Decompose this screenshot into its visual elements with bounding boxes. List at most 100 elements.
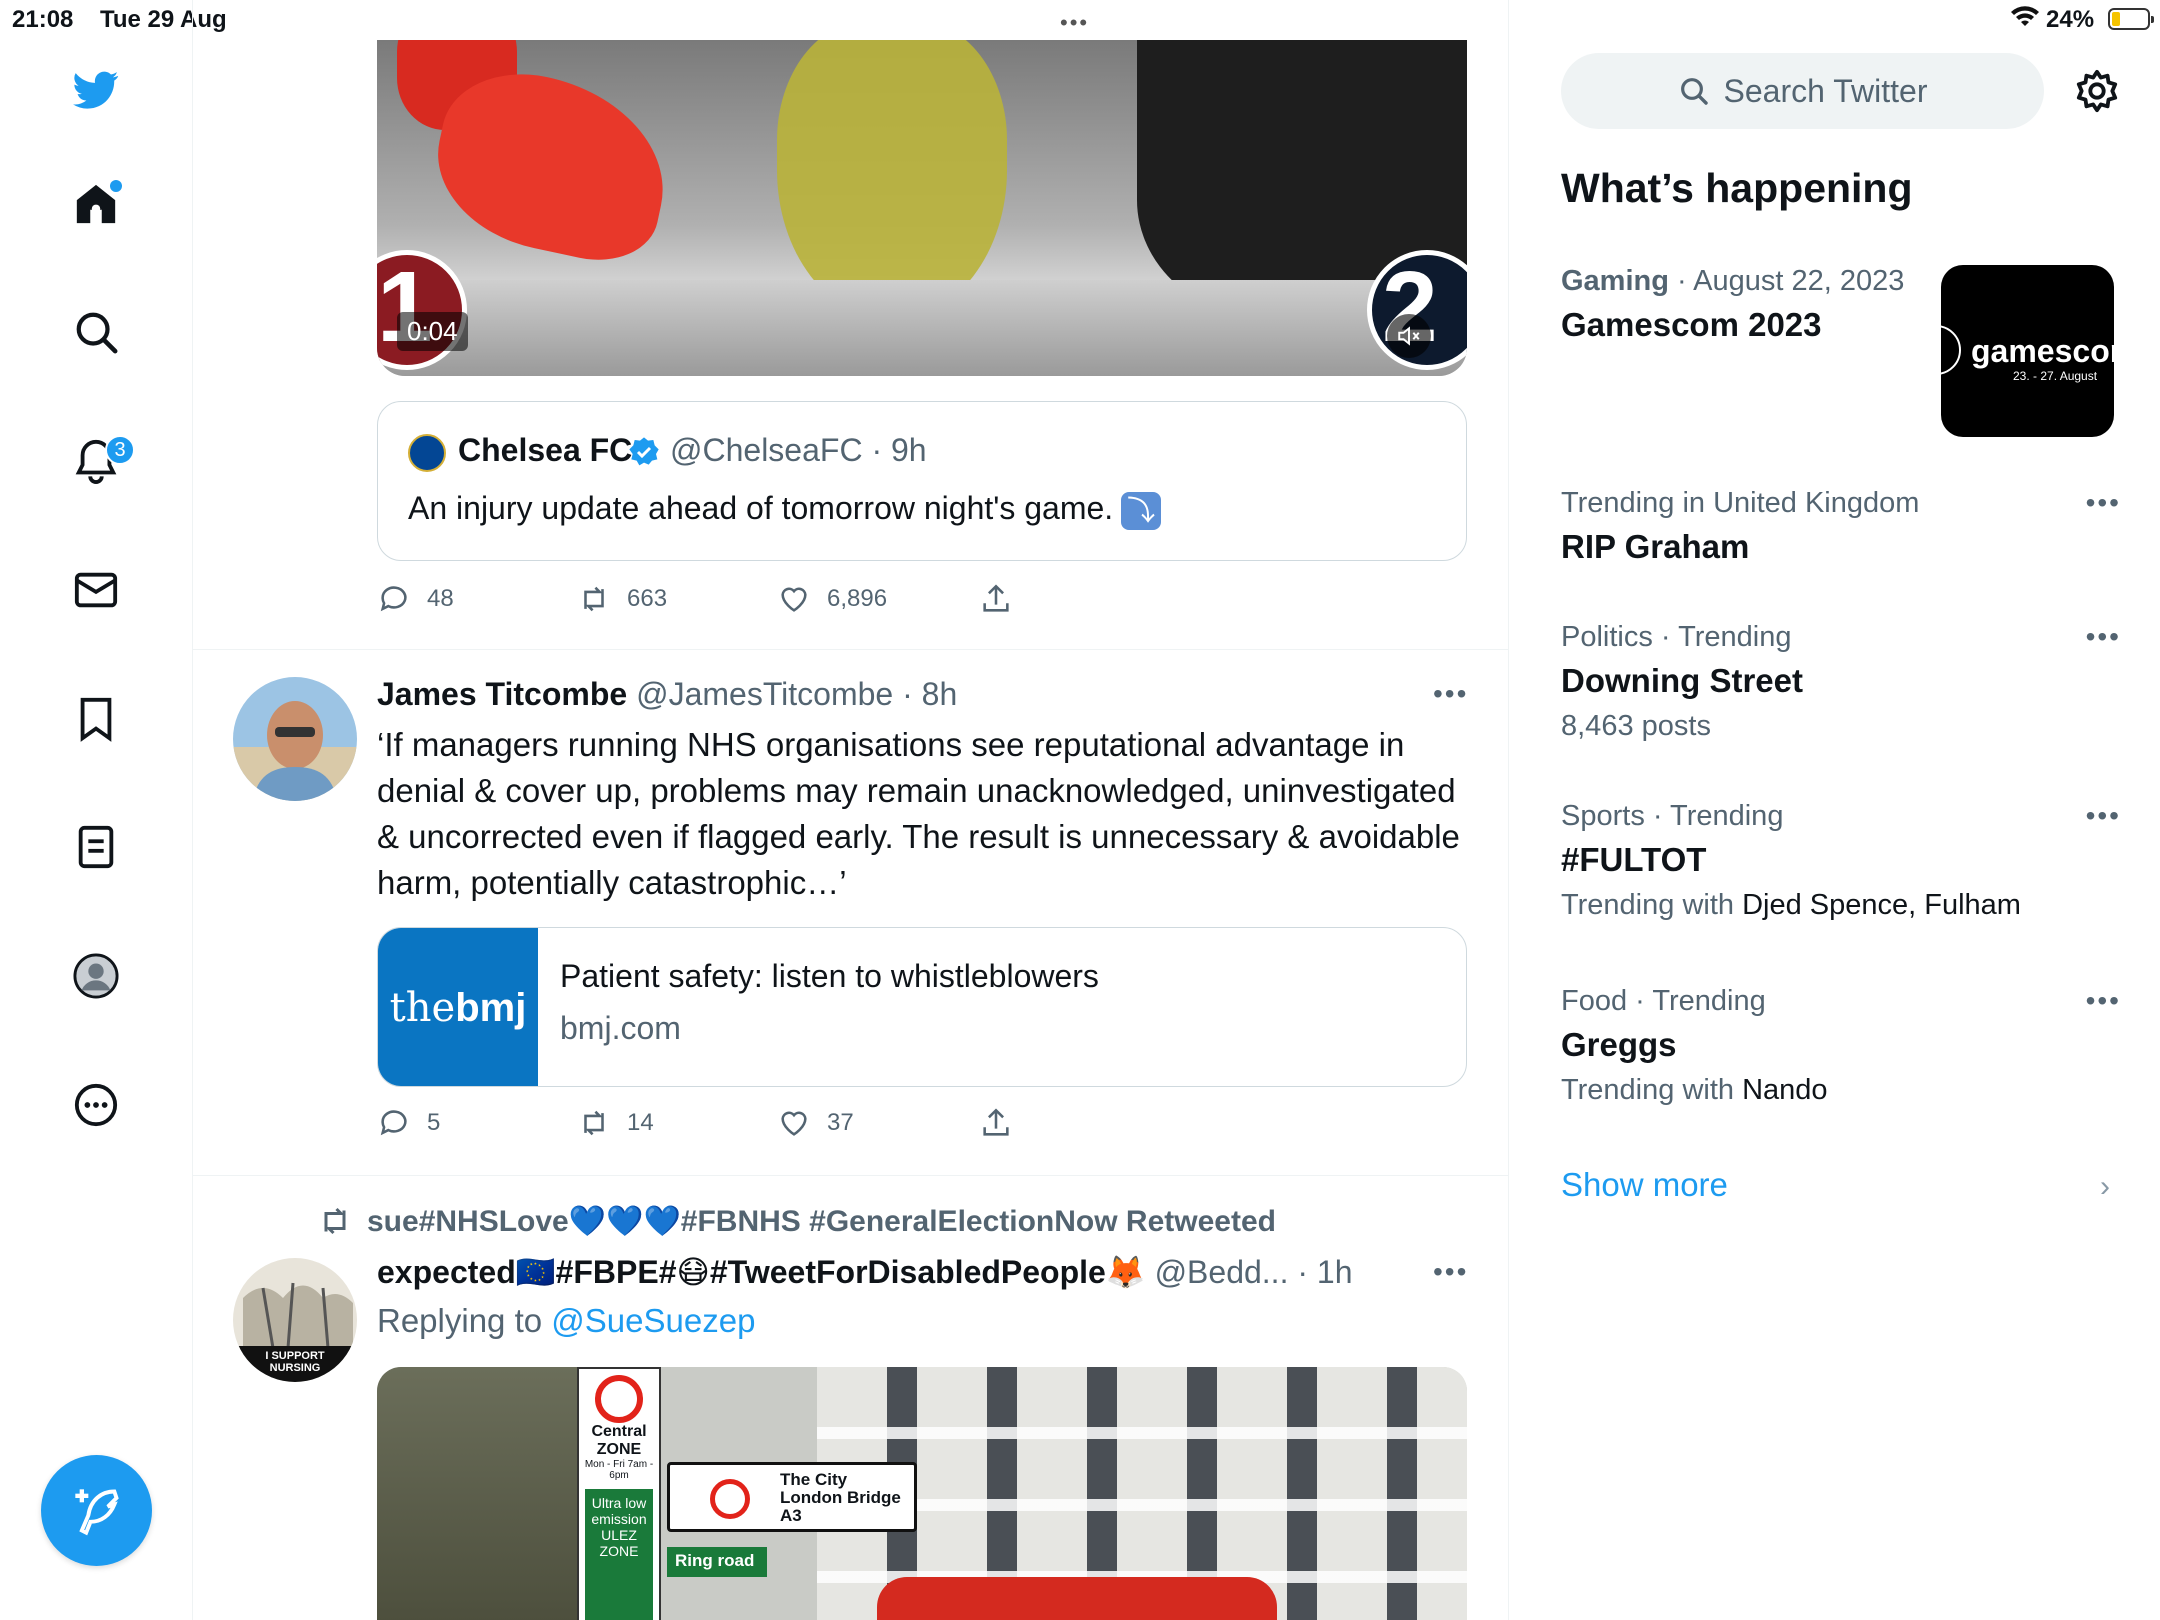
trend-category: Sports · Trending xyxy=(1561,800,1784,832)
author-avatar[interactable]: I SUPPORT NURSING xyxy=(233,1258,357,1382)
link-domain: bmj.com xyxy=(560,1010,681,1046)
trend-more-options-icon[interactable]: ••• xyxy=(2086,985,2121,1017)
nav-lists[interactable] xyxy=(60,811,132,883)
home-unread-dot xyxy=(110,180,122,192)
heart-icon xyxy=(781,587,807,612)
timeline: 1 2 0:04 Chelsea FC @ChelseaFC · 9h An i… xyxy=(193,0,1509,1620)
retweet-count: 14 xyxy=(627,1109,654,1136)
trend-title: Greggs xyxy=(1561,1026,1677,1063)
more-circle-icon xyxy=(74,1083,118,1127)
trend-item[interactable]: Sports · Trending #FULTOT Trending with … xyxy=(1561,800,2121,922)
like-button[interactable]: 37 xyxy=(777,1106,854,1140)
author-handle-time: @Bedd... · 1h xyxy=(1154,1254,1353,1290)
retweet-icon xyxy=(324,1207,346,1235)
share-icon xyxy=(983,584,1009,612)
nav-bookmarks[interactable] xyxy=(60,683,132,755)
nav-home[interactable] xyxy=(60,168,132,240)
ring-road-sign: Ring road xyxy=(667,1547,767,1577)
trend-category: Trending in United Kingdom xyxy=(1561,487,1920,519)
trend-title: #FULTOT xyxy=(1561,841,1707,878)
trend-item[interactable]: Politics · Trending Downing Street 8,463… xyxy=(1561,621,2121,743)
trend-item[interactable]: Food · Trending Greggs Trending with Nan… xyxy=(1561,985,2121,1107)
compose-tweet-button[interactable] xyxy=(41,1455,152,1566)
list-icon xyxy=(78,825,114,869)
trend-more-options-icon[interactable]: ••• xyxy=(2086,800,2121,832)
nav-messages[interactable] xyxy=(60,554,132,626)
chelsea-crest-avatar xyxy=(408,434,446,472)
search-input[interactable]: Search Twitter xyxy=(1561,53,2044,129)
quoted-author-handle-time: @ChelseaFC · 9h xyxy=(670,432,927,468)
retweet-button[interactable]: 14 xyxy=(577,1106,654,1140)
search-icon xyxy=(1680,78,1708,105)
tweet2-text: ‘If managers running NHS organisations s… xyxy=(377,726,1460,901)
share-button[interactable] xyxy=(979,582,1013,616)
retweeted-by-line[interactable]: sue#NHSLove💙💙💙#FBNHS #GeneralElectionNow… xyxy=(317,1203,1276,1239)
right-sidebar: Search Twitter What’s happening Gaming ·… xyxy=(1510,0,2160,1620)
reply-icon xyxy=(380,586,407,612)
retweet-icon xyxy=(584,586,604,612)
quoted-author-name: Chelsea FC xyxy=(458,432,633,468)
compose-feather-icon xyxy=(74,1488,119,1535)
show-more-link[interactable]: Show more xyxy=(1561,1166,1728,1204)
red-bus xyxy=(877,1577,1277,1620)
tweet2-header: James Titcombe @JamesTitcombe · 8h xyxy=(377,676,957,713)
nav-notifications[interactable]: 3 xyxy=(60,425,135,497)
profile-avatar-icon xyxy=(73,953,119,999)
reply-icon xyxy=(380,1110,407,1136)
trend-title: Downing Street xyxy=(1561,662,1804,699)
envelope-icon xyxy=(74,572,118,608)
nav-more[interactable] xyxy=(60,1069,132,1141)
link-preview-card[interactable]: the bmj Patient safety: listen to whistle… xyxy=(377,927,1467,1087)
reply-button[interactable]: 5 xyxy=(377,1106,440,1140)
trend-context: Trending with Djed Spence, Fulham xyxy=(1561,889,2021,921)
reply-button[interactable]: 48 xyxy=(377,582,454,616)
video-duration: 0:04 xyxy=(397,312,468,351)
direction-sign: The City London Bridge A3 xyxy=(667,1462,917,1532)
retweet-icon xyxy=(584,1110,604,1136)
trend-post-count: 8,463 posts xyxy=(1561,710,1711,742)
gamescom-thumbnail[interactable]: gamescom 23. - 27. August xyxy=(1941,265,2114,437)
tweet-divider xyxy=(193,1175,1508,1176)
trend-category: Food · Trending xyxy=(1561,985,1766,1017)
chevron-right-icon: › xyxy=(2100,1170,2110,1203)
speaker-muted-icon xyxy=(1398,326,1420,346)
trend-more-options-icon[interactable]: ••• xyxy=(2086,621,2121,653)
nav-explore[interactable] xyxy=(60,296,132,368)
verified-badge-icon xyxy=(629,437,659,466)
replying-to-handle-link[interactable]: @SueSuezep xyxy=(551,1302,755,1339)
avatar-caption: I SUPPORT NURSING xyxy=(265,1350,325,1374)
retweet-button[interactable]: 663 xyxy=(577,582,667,616)
trend-context: Trending with Nando xyxy=(1561,1074,1828,1106)
tweet-more-options-icon[interactable]: ••• xyxy=(1433,1256,1468,1288)
share-icon xyxy=(983,1108,1009,1136)
trend-category: Politics · Trending xyxy=(1561,621,1792,653)
retweet-count: 663 xyxy=(627,585,668,612)
reply-count: 5 xyxy=(427,1109,441,1136)
replying-to: Replying to @SueSuezep xyxy=(377,1302,756,1339)
author-name[interactable]: expected🇪🇺#FBPE#😷#TweetForDisabledPeople… xyxy=(377,1254,1146,1290)
notification-count-badge: 3 xyxy=(105,435,135,465)
trend-item[interactable]: Trending in United Kingdom RIP Graham ••… xyxy=(1561,487,2121,566)
tweet1-actions: 48 663 6,896 xyxy=(377,582,1077,622)
author-avatar[interactable] xyxy=(233,677,357,801)
twitter-logo-icon[interactable] xyxy=(60,54,132,126)
quoted-tweet[interactable]: Chelsea FC @ChelseaFC · 9h An injury upd… xyxy=(377,401,1467,561)
congestion-zone-sign: Central ZONE Mon - Fri 7am - 6pm Ultra l… xyxy=(577,1367,661,1620)
search-icon xyxy=(76,312,118,354)
bookmark-icon xyxy=(80,697,112,742)
nav-profile[interactable] xyxy=(60,940,132,1012)
tweet-image[interactable]: Central ZONE Mon - Fri 7am - 6pm Ultra l… xyxy=(377,1367,1467,1620)
retweeted-by-text: sue#NHSLove💙💙💙#FBNHS #GeneralElectionNow… xyxy=(367,1204,1276,1238)
mute-button[interactable] xyxy=(1387,314,1431,358)
heart-icon xyxy=(781,1111,807,1136)
tweet-divider xyxy=(193,649,1508,650)
arrow-down-emoji-icon: ⤵ xyxy=(1121,491,1162,530)
tweet-more-options-icon[interactable]: ••• xyxy=(1433,678,1468,710)
trend-more-options-icon[interactable]: ••• xyxy=(2086,487,2121,519)
share-button[interactable] xyxy=(979,1106,1013,1140)
like-button[interactable]: 6,896 xyxy=(777,582,887,616)
reply-count: 48 xyxy=(427,585,454,612)
gear-icon[interactable] xyxy=(2074,68,2120,114)
tweet-video[interactable]: 1 2 0:04 xyxy=(377,40,1467,376)
author-name[interactable]: James Titcombe xyxy=(377,676,627,712)
